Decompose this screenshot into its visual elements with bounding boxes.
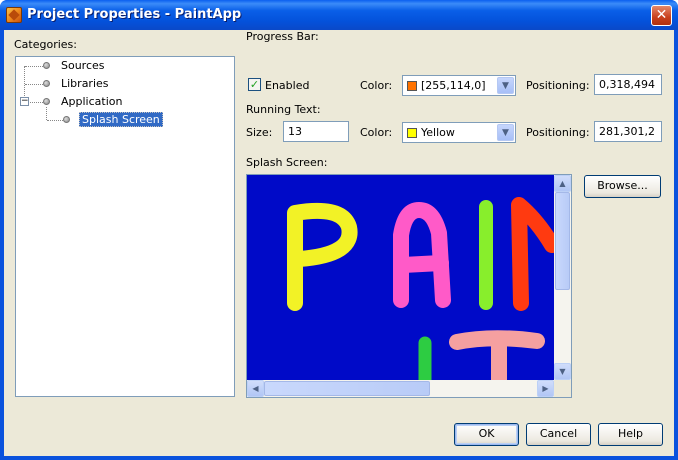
splash-preview: ▲ ▼ ◀ ▶	[246, 174, 572, 398]
size-field[interactable]: 13	[283, 121, 349, 142]
horizontal-scrollbar[interactable]: ◀ ▶	[247, 380, 554, 397]
help-button[interactable]: Help	[598, 423, 663, 446]
check-icon: ✓	[249, 78, 260, 91]
scroll-down-icon[interactable]: ▼	[554, 363, 571, 380]
progress-color-select[interactable]: [255,114,0] ▼	[402, 75, 516, 96]
categories-tree[interactable]: Sources Libraries − Application Splash S…	[15, 56, 235, 397]
window-border	[0, 456, 678, 460]
chevron-down-icon[interactable]: ▼	[497, 77, 514, 94]
progress-color-label: Color:	[360, 79, 393, 92]
scroll-right-icon[interactable]: ▶	[537, 380, 554, 397]
tree-connector	[25, 84, 43, 85]
tree-connector	[30, 102, 43, 103]
vertical-scroll-thumb[interactable]	[555, 192, 570, 290]
tree-item-splash-screen[interactable]: Splash Screen	[79, 112, 163, 127]
window-title: Project Properties - PaintApp	[27, 7, 242, 22]
dialog-content: Categories: Sources Libraries − Applicat…	[4, 30, 674, 456]
progress-color-value: [255,114,0]	[421, 79, 486, 92]
cancel-button[interactable]: Cancel	[526, 423, 591, 446]
running-color-label: Color:	[360, 126, 393, 139]
tree-item-sources[interactable]: Sources	[61, 59, 105, 72]
tree-item-libraries[interactable]: Libraries	[61, 77, 109, 90]
tree-node-icon	[43, 80, 50, 87]
color-swatch	[407, 128, 417, 138]
tree-node-icon	[63, 116, 70, 123]
progress-bar-label: Progress Bar:	[246, 30, 319, 43]
progress-enabled-label: Enabled	[265, 79, 310, 92]
scroll-corner	[554, 380, 571, 397]
tree-node-icon	[43, 98, 50, 105]
categories-label: Categories:	[14, 38, 77, 51]
tree-connector	[25, 66, 43, 67]
vertical-scrollbar[interactable]: ▲ ▼	[554, 175, 571, 380]
collapse-icon[interactable]: −	[20, 97, 29, 106]
close-button[interactable]: ✕	[651, 5, 672, 26]
running-positioning-label: Positioning:	[526, 126, 590, 139]
chevron-down-icon[interactable]: ▼	[497, 124, 514, 141]
horizontal-scroll-thumb[interactable]	[264, 381, 430, 396]
progress-positioning-label: Positioning:	[526, 79, 590, 92]
progress-enabled-checkbox[interactable]: ✓	[248, 78, 261, 91]
splash-image	[247, 175, 554, 380]
running-color-select[interactable]: Yellow ▼	[402, 122, 516, 143]
running-positioning-field[interactable]: 281,301,2	[594, 121, 662, 142]
project-properties-window: Project Properties - PaintApp ✕ Categori…	[0, 0, 678, 460]
title-bar[interactable]: Project Properties - PaintApp ✕	[0, 0, 678, 30]
close-icon: ✕	[655, 7, 668, 23]
progress-positioning-field[interactable]: 0,318,494	[594, 74, 662, 95]
tree-node-icon	[43, 62, 50, 69]
running-text-label: Running Text:	[246, 103, 321, 116]
paint-app-icon	[6, 7, 22, 23]
size-label: Size:	[246, 126, 273, 139]
running-color-value: Yellow	[421, 126, 455, 139]
browse-button[interactable]: Browse...	[584, 175, 661, 198]
tree-item-application[interactable]: Application	[61, 95, 122, 108]
tree-connector	[46, 107, 47, 120]
scroll-left-icon[interactable]: ◀	[247, 380, 264, 397]
splash-screen-label: Splash Screen:	[246, 156, 328, 169]
splash-artwork	[287, 197, 554, 380]
scroll-up-icon[interactable]: ▲	[554, 175, 571, 192]
color-swatch	[407, 81, 417, 91]
ok-button[interactable]: OK	[454, 423, 519, 446]
tree-connector	[47, 120, 63, 121]
